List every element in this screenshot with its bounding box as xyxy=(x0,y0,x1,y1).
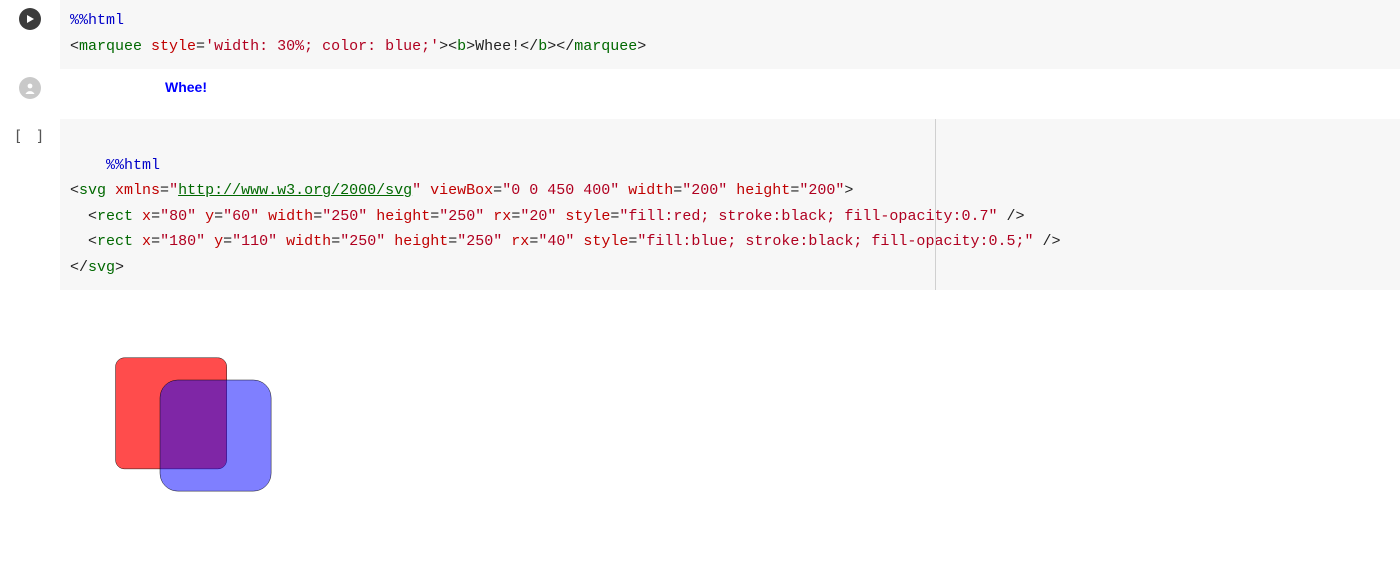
attr-style: style xyxy=(151,38,196,55)
tag-svg: svg xyxy=(79,182,115,199)
svg-output xyxy=(80,320,280,520)
magic-command: %%html xyxy=(70,12,124,29)
style-value: 'width: 30%; color: blue;' xyxy=(205,38,439,55)
attr-width: width xyxy=(628,182,673,199)
tag-b: b xyxy=(457,38,466,55)
attr-xmlns: xmlns xyxy=(115,182,160,199)
cell-gutter xyxy=(0,0,60,30)
execution-bracket-icon[interactable]: [ ] xyxy=(13,127,46,145)
svg-rect-blue xyxy=(160,380,271,491)
marquee-output-text: Whee! xyxy=(70,79,1390,95)
avatar-icon xyxy=(19,77,41,99)
tag-rect: rect xyxy=(97,233,142,250)
marquee-text-content: Whee! xyxy=(475,38,520,55)
cell-gutter: [ ] xyxy=(0,119,60,145)
attr-height: height xyxy=(736,182,790,199)
output-area-2 xyxy=(60,290,1400,523)
output-gutter xyxy=(0,290,60,298)
code-cell-2: [ ] %%html <svg xmlns="http://www.w3.org… xyxy=(0,119,1400,290)
tag-rect: rect xyxy=(97,208,142,225)
code-editor-1[interactable]: %%html <marquee style='width: 30%; color… xyxy=(60,0,1400,69)
magic-command: %%html xyxy=(106,157,160,174)
output-cell-1: Whee! xyxy=(0,69,1400,105)
tag-marquee: marquee xyxy=(79,38,151,55)
ruler-line xyxy=(935,119,936,290)
play-icon[interactable] xyxy=(19,8,41,30)
output-cell-2 xyxy=(0,290,1400,523)
code-editor-2[interactable]: %%html <svg xmlns="http://www.w3.org/200… xyxy=(60,119,1400,290)
code-cell-1: %%html <marquee style='width: 30%; color… xyxy=(0,0,1400,69)
xmlns-url[interactable]: http://www.w3.org/2000/svg xyxy=(178,182,412,199)
attr-viewbox: viewBox xyxy=(430,182,493,199)
output-area-1: Whee! xyxy=(60,69,1400,105)
output-gutter xyxy=(0,69,60,99)
angle-open: < xyxy=(70,38,79,55)
